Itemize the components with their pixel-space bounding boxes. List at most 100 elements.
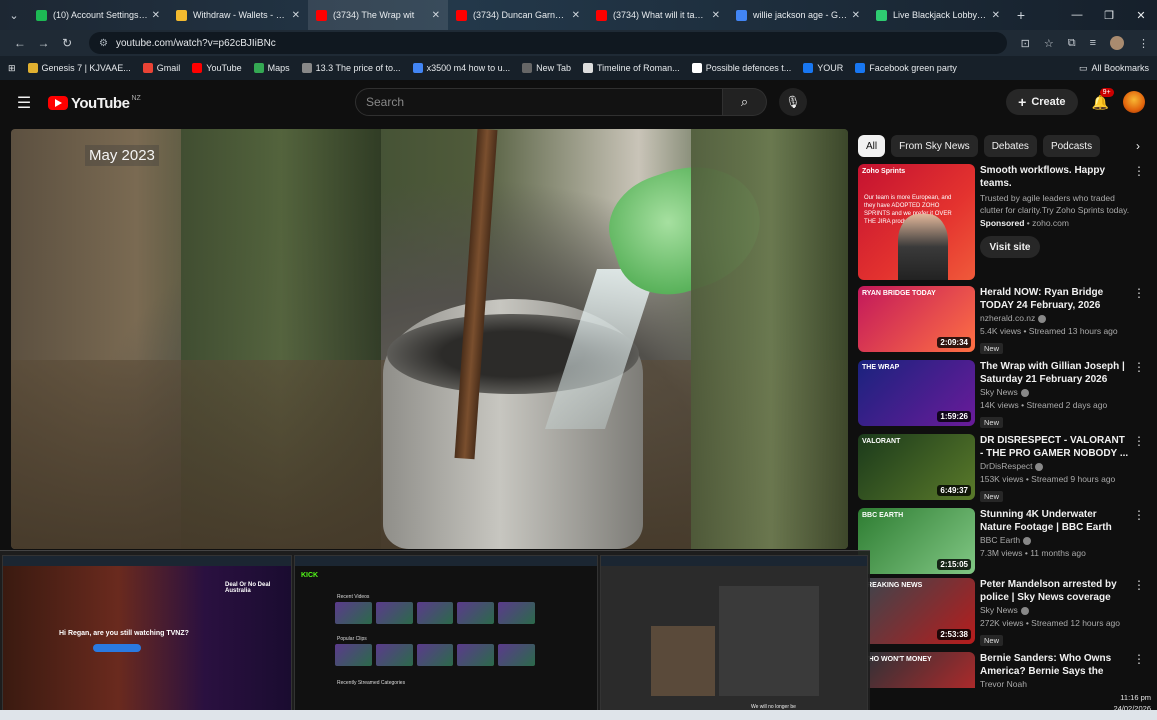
video-player[interactable]: May 2023 — [11, 129, 848, 549]
bookmark-item[interactable]: New Tab — [522, 63, 571, 73]
hamburger-menu-icon[interactable]: ☰ — [0, 93, 48, 113]
tab-close-icon[interactable]: ✕ — [152, 10, 160, 21]
preview-tvnz-window[interactable]: Deal Or No Deal Australia Hi Regan, are … — [2, 555, 292, 711]
bookmark-item[interactable]: Possible defences t... — [691, 63, 791, 73]
channel-name[interactable]: BBC Earth — [980, 535, 1020, 545]
chevron-right-icon[interactable]: › — [1128, 139, 1148, 153]
video-thumbnail[interactable]: BBC EARTH 2:15:05 — [858, 508, 975, 574]
browser-tab[interactable]: Live Blackjack Lobby - P ✕ — [868, 0, 1008, 30]
bookmark-item[interactable]: x3500 m4 how to u... — [412, 63, 510, 73]
profile-avatar[interactable] — [1110, 36, 1124, 50]
more-actions-icon[interactable]: ⋮ — [1130, 578, 1148, 646]
ad-title[interactable]: Smooth workflows. Happy teams. — [980, 164, 1130, 190]
video-title[interactable]: The Wrap with Gillian Joseph | Saturday … — [980, 360, 1130, 386]
video-thumbnail[interactable]: WHO WON'T MONEY — [858, 652, 975, 688]
bookmark-item[interactable]: Maps — [253, 63, 290, 73]
youtube-logo[interactable]: YouTube NZ — [48, 95, 141, 112]
bookmark-item[interactable]: Facebook green party — [855, 63, 957, 73]
video-thumbnail[interactable]: THE WRAP 1:59:26 — [858, 360, 975, 426]
more-actions-icon[interactable]: ⋮ — [1130, 652, 1148, 688]
browser-tab[interactable]: (3734) Duncan Garner R ✕ — [448, 0, 588, 30]
channel-name[interactable]: Trevor Noah — [980, 679, 1027, 688]
browser-tab[interactable]: Withdraw - Wallets - Bin ✕ — [168, 0, 308, 30]
bookmark-item[interactable]: 13.3 The price of to... — [301, 63, 401, 73]
search-input[interactable] — [355, 88, 723, 116]
video-thumbnail[interactable]: VALORANT 6:49:37 — [858, 434, 975, 500]
recommended-video[interactable]: BREAKING NEWS 2:53:38 Peter Mandelson ar… — [858, 578, 1148, 646]
tab-close-icon[interactable]: ✕ — [292, 10, 300, 21]
video-title[interactable]: Stunning 4K Underwater Nature Footage | … — [980, 508, 1130, 534]
recommended-video[interactable]: THE WRAP 1:59:26 The Wrap with Gillian J… — [858, 360, 1148, 428]
filter-chip[interactable]: All — [858, 135, 886, 157]
sponsored-ad[interactable]: Zoho Sprints Our team is more European, … — [858, 164, 1148, 280]
new-tab-button[interactable]: + — [1008, 7, 1034, 23]
more-actions-icon[interactable]: ⋮ — [1130, 286, 1148, 354]
recommended-video[interactable]: WHO WON'T MONEY Bernie Sanders: Who Owns… — [858, 652, 1148, 688]
filter-chip[interactable]: Debates — [983, 135, 1037, 157]
account-avatar[interactable] — [1123, 91, 1145, 113]
bookmark-item[interactable]: YouTube — [192, 63, 242, 73]
channel-name[interactable]: Sky News — [980, 387, 1018, 397]
restore-icon[interactable]: ❐ — [1093, 9, 1125, 22]
voice-search-button[interactable]: 🎙 — [779, 88, 807, 116]
channel-line: Trevor Noah — [980, 678, 1130, 688]
all-bookmarks-button[interactable]: ▭ All Bookmarks — [1079, 63, 1149, 74]
tab-close-icon[interactable]: ✕ — [852, 10, 860, 21]
video-title[interactable]: DR DISRESPECT - VALORANT - THE PRO GAMER… — [980, 434, 1130, 460]
browser-tab[interactable]: (3734) The Wrap wit ✕ — [308, 0, 448, 30]
more-actions-icon[interactable]: ⋮ — [1130, 508, 1148, 576]
reload-icon[interactable]: ↻ — [55, 36, 79, 50]
search-button[interactable]: ⌕ — [723, 88, 767, 116]
media-icon[interactable]: ≡ — [1090, 37, 1096, 49]
ad-more-icon[interactable]: ⋮ — [1130, 164, 1148, 280]
bookmark-item[interactable]: Genesis 7 | KJVAAE... — [27, 63, 131, 73]
video-thumbnail[interactable]: RYAN BRIDGE TODAY 2:09:34 — [858, 286, 975, 352]
channel-name[interactable]: DrDisRespect — [980, 461, 1032, 471]
visit-site-button[interactable]: Visit site — [980, 236, 1040, 258]
site-info-icon[interactable]: ⚙ — [99, 38, 108, 49]
bookmark-item[interactable]: Timeline of Roman... — [582, 63, 680, 73]
more-actions-icon[interactable]: ⋮ — [1130, 434, 1148, 502]
tab-close-icon[interactable]: ✕ — [432, 10, 440, 21]
browser-tab[interactable]: (3734) What will it take f ✕ — [588, 0, 728, 30]
video-title[interactable]: Peter Mandelson arrested by police | Sky… — [980, 578, 1130, 604]
ad-thumbnail[interactable]: Zoho Sprints Our team is more European, … — [858, 164, 975, 280]
more-actions-icon[interactable]: ⋮ — [1130, 360, 1148, 428]
apps-icon[interactable]: ⊞ — [8, 63, 16, 74]
filter-chip[interactable]: Podcasts — [1042, 135, 1101, 157]
recommended-video[interactable]: VALORANT 6:49:37 DR DISRESPECT - VALORAN… — [858, 434, 1148, 502]
extensions-icon[interactable]: ⧉ — [1068, 37, 1076, 50]
notifications-button[interactable]: 🔔 9+ — [1092, 87, 1114, 111]
tab-close-icon[interactable]: ✕ — [712, 10, 720, 21]
tab-close-icon[interactable]: ✕ — [572, 10, 580, 21]
tab-search-icon[interactable]: ⌄ — [0, 0, 28, 30]
install-app-icon[interactable]: ⊡ — [1021, 37, 1030, 50]
video-title[interactable]: Herald NOW: Ryan Bridge TODAY 24 Februar… — [980, 286, 1130, 312]
bookmark-star-icon[interactable]: ☆ — [1044, 37, 1054, 50]
browser-tab[interactable]: (10) Account Settings / S ✕ — [28, 0, 168, 30]
bookmark-item[interactable]: YOUR — [803, 63, 843, 73]
browser-menu-icon[interactable]: ⋮ — [1138, 37, 1149, 50]
video-thumbnail[interactable]: BREAKING NEWS 2:53:38 — [858, 578, 975, 644]
recommended-video[interactable]: RYAN BRIDGE TODAY 2:09:34 Herald NOW: Ry… — [858, 286, 1148, 354]
create-button[interactable]: + Create — [1006, 89, 1078, 115]
video-duration: 6:49:37 — [937, 485, 971, 496]
back-icon[interactable]: ← — [8, 36, 32, 50]
channel-name[interactable]: Sky News — [980, 605, 1018, 615]
tab-close-icon[interactable]: ✕ — [992, 10, 1000, 21]
video-title[interactable]: Bernie Sanders: Who Owns America? Bernie… — [980, 652, 1130, 678]
minimize-icon[interactable]: — — [1061, 9, 1093, 22]
preview-social-window[interactable]: We will no longer be — [600, 555, 868, 711]
browser-tab[interactable]: willie jackson age - Goo ✕ — [728, 0, 868, 30]
close-window-icon[interactable]: ✕ — [1125, 9, 1157, 22]
taskbar-window-previews: Deal Or No Deal Australia Hi Regan, are … — [0, 550, 870, 711]
bookmark-item[interactable]: Gmail — [142, 63, 180, 73]
tab-label: Live Blackjack Lobby - P — [893, 10, 988, 20]
channel-name[interactable]: nzherald.co.nz — [980, 313, 1035, 323]
forward-icon[interactable]: → — [32, 36, 56, 50]
preview-kick-window[interactable]: KICK Recent Videos Popular Clips Recentl… — [294, 555, 598, 711]
filter-chip[interactable]: From Sky News — [891, 135, 978, 157]
recommended-video[interactable]: BBC EARTH 2:15:05 Stunning 4K Underwater… — [858, 508, 1148, 576]
preview-kick-section: Popular Clips — [337, 636, 367, 642]
url-bar[interactable]: ⚙ youtube.com/watch?v=p62cBJIiBNc — [89, 32, 1007, 54]
